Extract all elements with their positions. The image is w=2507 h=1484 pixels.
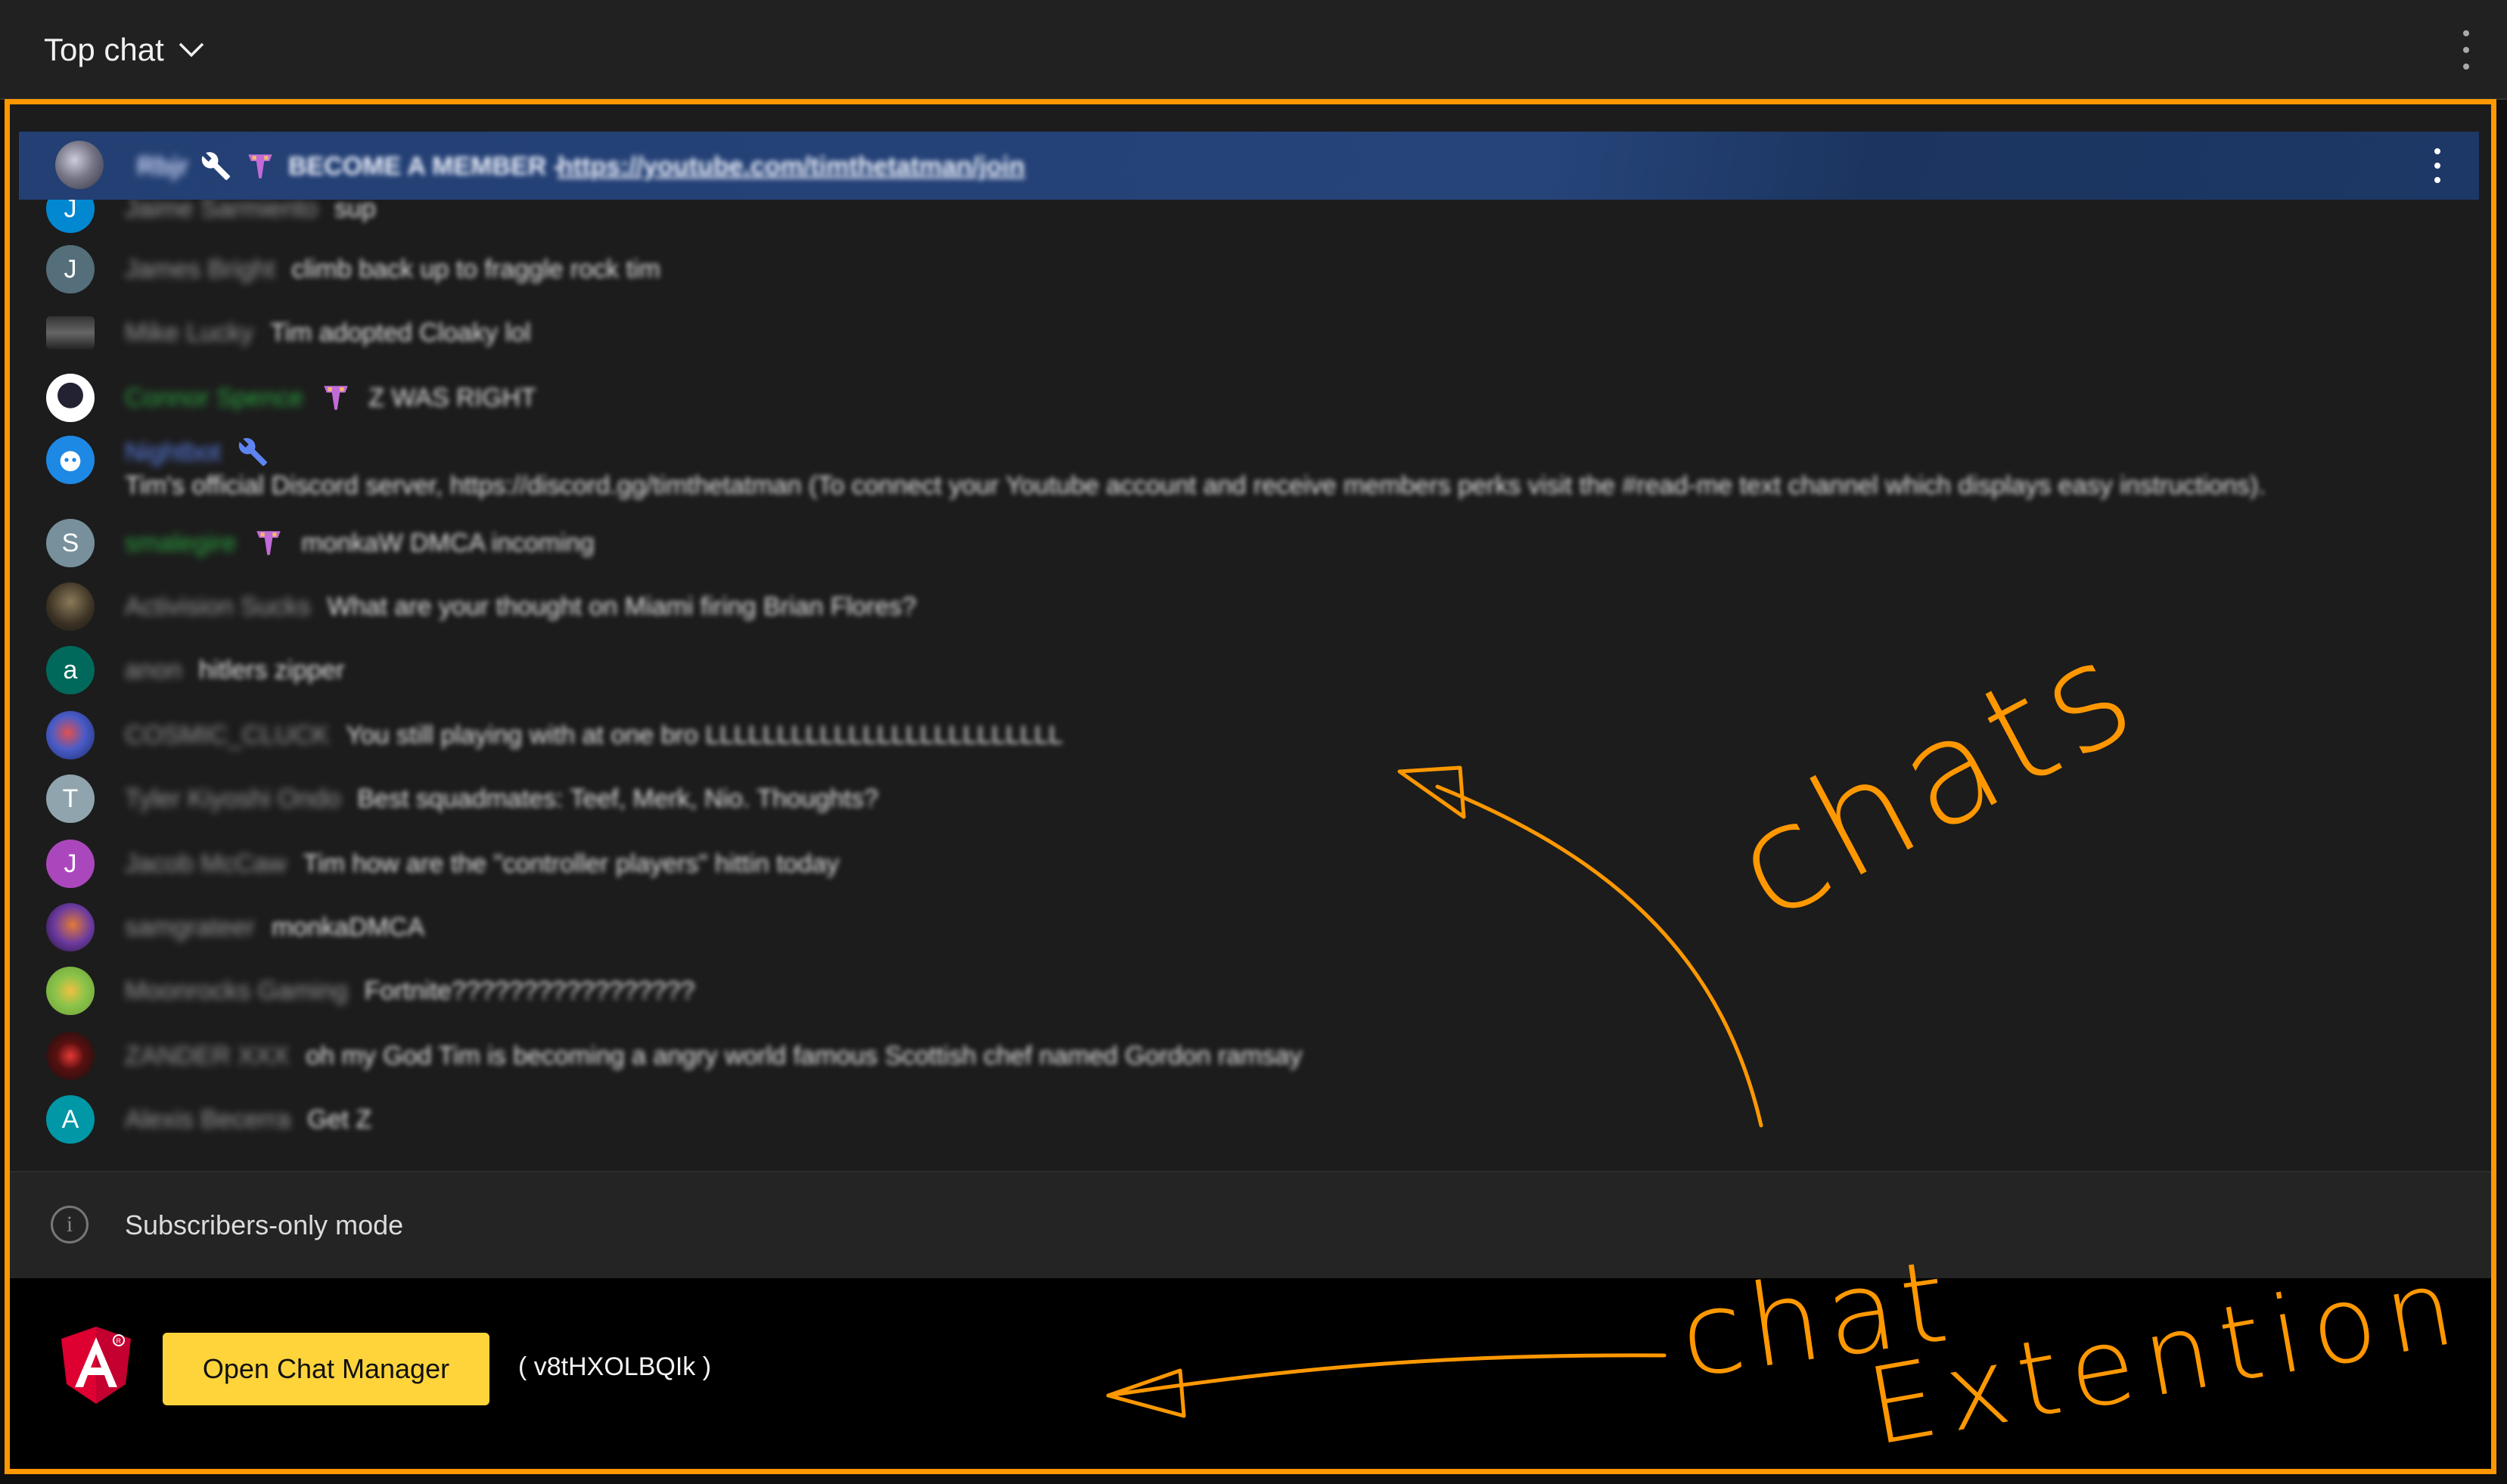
avatar (46, 903, 95, 952)
subscribers-only-banner: i Subscribers-only mode (10, 1171, 2491, 1278)
more-vert-icon[interactable] (2457, 30, 2475, 70)
chat-author[interactable]: James Bright (125, 253, 275, 286)
svg-text:R: R (116, 1337, 122, 1345)
pinned-message-text: BECOME A MEMBER - (288, 151, 563, 181)
info-icon: i (51, 1206, 89, 1243)
chat-author[interactable]: Tyler Kiyoshi Ondo (125, 782, 340, 815)
chat-author[interactable]: Nightbot (125, 436, 221, 469)
avatar: J (46, 200, 95, 233)
chat-highlight-frame: Rbjr BECOME A MEMBER - https://youtube.c… (5, 99, 2496, 1474)
avatar: J (46, 840, 95, 888)
chat-text: Tim adopted Cloaky lol (270, 318, 531, 347)
chat-author[interactable]: Jaime Sarmiento (125, 200, 318, 225)
avatar (46, 436, 95, 484)
wrench-icon (201, 152, 231, 181)
avatar (46, 967, 95, 1015)
chat-author[interactable]: Connor Spence (125, 381, 303, 414)
chat-text: Fortnite????????????????? (364, 976, 695, 1005)
member-badge-icon (324, 386, 349, 410)
chat-text: You still playing with at one bro LLLLLL… (346, 721, 1063, 750)
avatar (55, 141, 104, 189)
pinned-author: Rbjr (137, 151, 188, 181)
avatar: T (46, 775, 95, 823)
pinned-link[interactable]: https://youtube.com/timthetatman/join (558, 152, 1025, 182)
top-chat-dropdown[interactable]: Top chat (44, 27, 205, 73)
member-badge-icon (248, 154, 272, 179)
chat-text: What are your thought on Miami firing Br… (327, 592, 917, 621)
chat-text: Tim how are the "controller players" hit… (303, 849, 840, 878)
pinned-more-vert-icon[interactable] (2432, 148, 2443, 183)
chat-author[interactable]: ZANDER XXX (125, 1039, 289, 1073)
chat-author[interactable]: anon (125, 654, 182, 687)
chat-author[interactable]: Activision Sucks (125, 590, 311, 623)
chat-header: Top chat (0, 0, 2507, 100)
chat-author[interactable]: Mike Lucky (125, 316, 253, 349)
chat-text: hitlers zipper (198, 656, 345, 685)
video-id-label: ( v8tHXOLBQIk ) (518, 1352, 712, 1381)
chat-author[interactable]: COSMIC_CLUCK (125, 719, 329, 752)
chat-text: monkaDMCA (271, 913, 425, 942)
chat-text: oh my God Tim is becoming a angry world … (306, 1042, 1303, 1070)
chat-author[interactable]: Moonrocks Gaming (125, 974, 348, 1007)
avatar: J (46, 245, 95, 293)
chat-message-list[interactable]: J Jaime Sarmiento sup J James Bright cli… (10, 200, 2491, 1266)
chat-text: Get Z (307, 1105, 372, 1134)
member-badge-icon (256, 531, 281, 555)
subscribers-only-label: Subscribers-only mode (125, 1209, 404, 1240)
chevron-down-icon (179, 42, 204, 57)
chat-text: climb back up to fraggle rock tim (291, 255, 660, 284)
chat-author[interactable]: Alexis Becerra (125, 1103, 290, 1136)
chat-text: Best squadmates: Teef, Merk, Nio. Though… (357, 784, 878, 813)
avatar (46, 1032, 95, 1080)
wrench-icon (238, 438, 267, 467)
chat-text: Z WAS RIGHT (368, 383, 536, 412)
avatar (46, 582, 95, 631)
avatar: A (46, 1095, 95, 1144)
chat-text: sup (334, 200, 376, 223)
pinned-message[interactable]: Rbjr BECOME A MEMBER - https://youtube.c… (19, 132, 2479, 200)
chat-author[interactable]: Jacob McCaw (125, 847, 287, 880)
avatar (46, 316, 95, 349)
chat-author[interactable]: samgrateer (125, 911, 255, 944)
chat-text: monkaW DMCA incoming (301, 529, 595, 557)
bot-icon (60, 451, 81, 471)
chat-author[interactable]: smalegire (125, 526, 236, 560)
avatar (46, 374, 95, 422)
avatar: a (46, 646, 95, 694)
chat-extension-bar: R Open Chat Manager ( v8tHXOLBQIk ) (10, 1278, 2491, 1469)
avatar: S (46, 519, 95, 567)
avatar (46, 711, 95, 759)
angular-logo-icon: R (61, 1327, 131, 1404)
header-title: Top chat (44, 32, 164, 67)
chat-text: Tim's official Discord server, https://d… (125, 471, 2266, 500)
open-chat-manager-button[interactable]: Open Chat Manager (163, 1333, 489, 1405)
